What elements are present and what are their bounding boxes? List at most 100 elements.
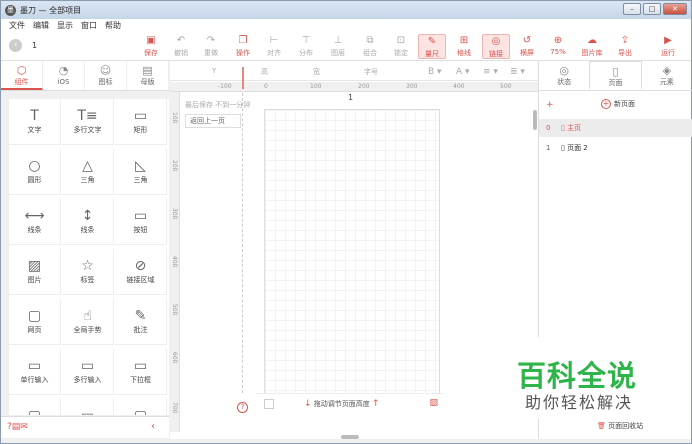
component-dropdown[interactable]: ▭ 下拉框 (115, 349, 167, 395)
component-button[interactable]: ▭ 按钮 (115, 199, 167, 245)
group-icon: ⧉ (366, 35, 374, 46)
new-page-button[interactable]: + 新页面 (601, 99, 635, 109)
menu-file[interactable]: 文件 (9, 20, 25, 31)
bold-icon[interactable]: B ▾ (428, 67, 442, 77)
master-icon: ▤ (142, 64, 153, 77)
help-icon[interactable]: ?▤✉ (7, 422, 28, 432)
component-single-input[interactable]: ▭ 单行输入 (9, 349, 61, 395)
component-camera[interactable]: ▢ (115, 399, 167, 415)
page-height-bar[interactable]: ↓ 拖动调节页面高度 ↑ ▨ (256, 393, 444, 413)
design-page[interactable] (264, 109, 440, 394)
lock-icon: ⊡ (396, 35, 406, 46)
component-multiline-text[interactable]: T≡ 多行文字 (62, 99, 114, 145)
component-tag[interactable]: ☆ 标签 (62, 249, 114, 295)
smile-icon: ☺ (99, 64, 112, 77)
menu-help[interactable]: 帮助 (105, 20, 121, 31)
zoom-icon: ⊕ (553, 35, 563, 46)
run-icon: ▶ (664, 35, 672, 46)
ruler-button[interactable]: ✎ 量尺 (418, 34, 446, 59)
operate-icon: ❐ (238, 35, 248, 46)
tab-pages[interactable]: ▯ 页面 (589, 61, 642, 90)
redo-icon: ↷ (206, 35, 216, 46)
component-rectangle[interactable]: ▭ 矩形 (115, 99, 167, 145)
link-button[interactable]: ◎ 链接 (482, 34, 510, 59)
guide-line (242, 93, 243, 393)
question-icon[interactable]: ? (237, 402, 248, 413)
menu-view[interactable]: 显示 (57, 20, 73, 31)
image-library-button[interactable]: ☁ 图片库 (578, 34, 606, 59)
align-button[interactable]: ⊢ 对齐 (260, 34, 288, 59)
tab-masters[interactable]: ▤ 母版 (127, 61, 169, 90)
ruler-guide[interactable] (242, 67, 244, 89)
rotate-icon: ↺ (522, 35, 532, 46)
minimize-button[interactable]: – (623, 3, 641, 15)
image-library-icon: ☁ (587, 35, 597, 46)
vertical-scrollbar[interactable] (533, 110, 537, 130)
component-vline[interactable]: ↕ 线条 (62, 199, 114, 245)
component-annotation[interactable]: ✎ 批注 (115, 299, 167, 345)
font-color-icon[interactable]: A ▾ (456, 67, 470, 77)
run-button[interactable]: ▶ 运行 (654, 34, 682, 59)
close-button[interactable]: ✕ (663, 3, 687, 15)
component-gesture[interactable]: ☝ 全局手势 (62, 299, 114, 345)
line-height-icon[interactable]: ≣ ▾ (510, 67, 525, 77)
layer-button[interactable]: ⊥ 图层 (324, 34, 352, 59)
horizontal-ruler: -100 0 100 200 300 400 500 (170, 82, 538, 92)
back-icon[interactable]: ‹ (9, 39, 22, 52)
add-circle-icon: + (601, 99, 611, 109)
tab-ios[interactable]: ◔ iOS (43, 61, 85, 90)
group-button[interactable]: ⧉ 组合 (356, 34, 384, 59)
tab-elements[interactable]: ◈ 元素 (642, 61, 692, 90)
menu-window[interactable]: 窗口 (81, 20, 97, 31)
watermark-subtitle: 助你轻松解决 (525, 393, 634, 412)
rotate-button[interactable]: ↺ 横屏 (513, 34, 541, 59)
toolbar: ‹ 1 ▣ 保存 ↶ 撤销 ↷ 重做 ❐ 操作 ⊢ 对齐 ⊤ 分布 ⊥ 图层 ⧉ 组合 ⊡ 锁定 … (1, 32, 691, 61)
component-link-area[interactable]: ⊘ 链接区域 (115, 249, 167, 295)
vertical-ruler: 100 200 300 400 500 600 700 (170, 92, 180, 432)
component-circle[interactable]: ○ 圆形 (9, 149, 61, 195)
tab-components[interactable]: ⬡ 组件 (1, 61, 43, 90)
back-to-previous-button[interactable]: 返回上一页 (185, 114, 241, 128)
page-row[interactable]: 1 ▯ 页面 2 (539, 139, 692, 157)
text-align-icon[interactable]: ≡ ▾ (483, 67, 498, 77)
menu-edit[interactable]: 编辑 (33, 20, 49, 31)
component-webpage[interactable]: ▢ 网页 (9, 299, 61, 345)
cube-icon: ⬡ (16, 64, 27, 77)
recycle-bin-button[interactable]: 🗑 页面回收站 (597, 421, 643, 431)
component-hline[interactable]: ⟷ 线条 (9, 199, 61, 245)
component-text[interactable]: T 文字 (9, 99, 61, 145)
undo-icon: ↶ (176, 35, 186, 46)
collapse-icon[interactable]: ‹ (151, 421, 155, 432)
operate-button[interactable]: ❐ 操作 (229, 34, 257, 59)
export-button[interactable]: ⇪ 导出 (611, 34, 639, 59)
window-title: 墨刀 — 全部项目 (20, 5, 82, 15)
y-field[interactable]: Y (212, 67, 216, 75)
layer-icon: ⊥ (333, 35, 343, 46)
plus-icon[interactable]: + (546, 100, 554, 110)
maximize-button[interactable]: □ (643, 3, 661, 15)
component-folder[interactable]: ▢ (9, 399, 61, 415)
component-right-triangle[interactable]: ◺ 三角 (115, 149, 167, 195)
component-box[interactable]: ▭ (62, 399, 114, 415)
canvas-area: Y 高 宽 字号 B ▾ A ▾ ≡ ▾ ≣ ▾ -100 0 100 200 … (170, 61, 538, 439)
image-icon[interactable]: ▨ (429, 398, 438, 408)
horizontal-scrollbar[interactable] (341, 435, 359, 439)
tab-status[interactable]: ◎ 状态 (539, 61, 589, 90)
trash-icon: 🗑 (597, 422, 606, 430)
height-field[interactable]: 高 (261, 67, 268, 77)
page-row[interactable]: 0 ▯ 主页 (539, 119, 692, 137)
distribute-button[interactable]: ⊤ 分布 (292, 34, 320, 59)
export-icon: ⇪ (620, 35, 630, 46)
tab-icons[interactable]: ☺ 图标 (85, 61, 127, 90)
lock-button[interactable]: ⊡ 锁定 (387, 34, 415, 59)
width-field[interactable]: 宽 (313, 67, 320, 77)
grid-button[interactable]: ⊞ 格线 (450, 34, 478, 59)
component-triangle[interactable]: △ 三角 (62, 149, 114, 195)
zoom-button[interactable]: ⊕ 75% (544, 34, 572, 59)
checkbox[interactable] (264, 399, 274, 409)
component-multi-input[interactable]: ▭ 多行输入 (62, 349, 114, 395)
redo-button[interactable]: ↷ 重做 (197, 34, 225, 59)
component-image[interactable]: ▨ 图片 (9, 249, 61, 295)
left-footer: ?▤✉ ‹ (1, 416, 169, 438)
font-size-field[interactable]: 字号 (364, 67, 378, 77)
